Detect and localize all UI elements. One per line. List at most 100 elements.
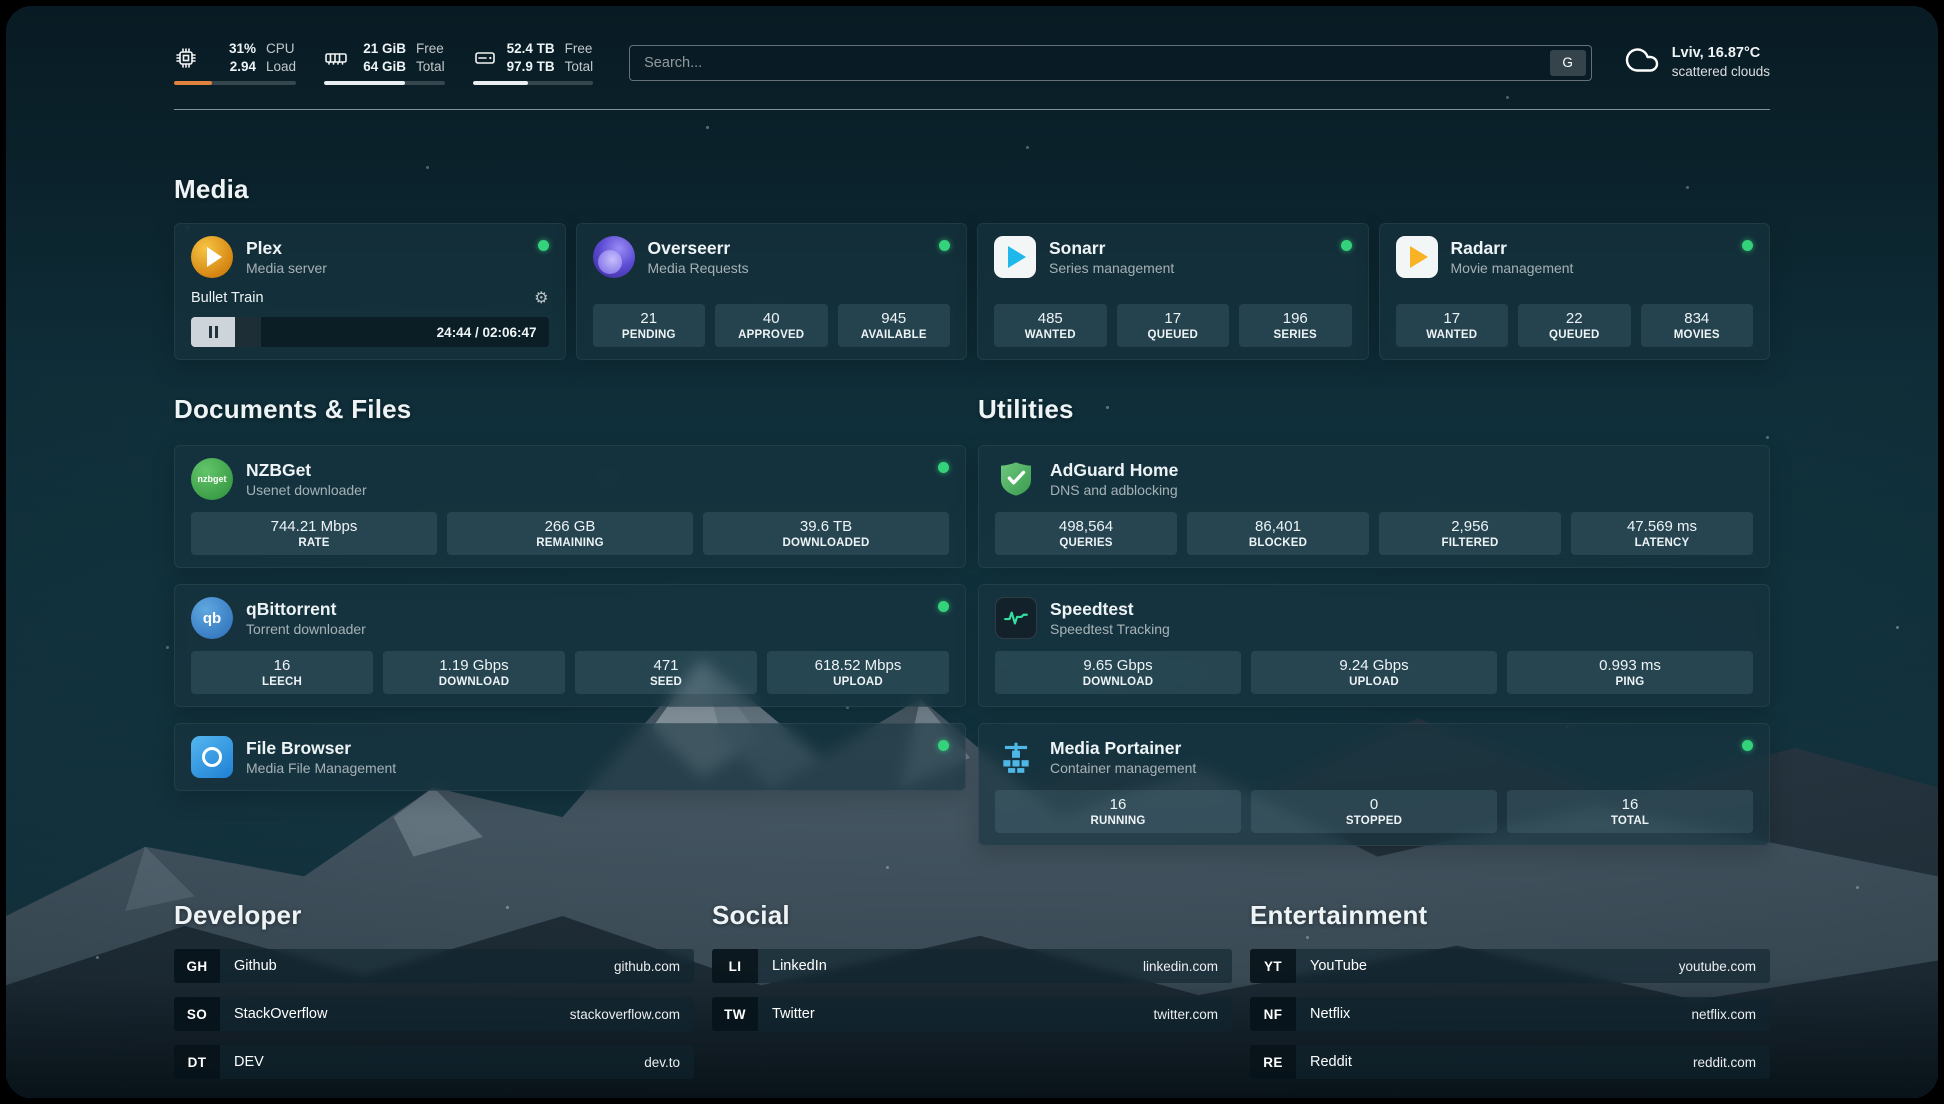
stat-rate: 744.21 Mbps RATE bbox=[191, 512, 437, 555]
search-bar[interactable]: G bbox=[629, 45, 1592, 81]
memory-total-label: Total bbox=[416, 58, 445, 76]
stat-movies: 834 MOVIES bbox=[1641, 304, 1754, 347]
bookmark-stackoverflow[interactable]: SO StackOverflow stackoverflow.com bbox=[174, 997, 694, 1031]
documents-section-title: Documents & Files bbox=[174, 394, 966, 425]
bookmark-reddit[interactable]: RE Reddit reddit.com bbox=[1250, 1045, 1770, 1079]
social-section-title: Social bbox=[712, 900, 1232, 931]
search-engine-button[interactable]: G bbox=[1550, 50, 1586, 76]
app-name: File Browser bbox=[246, 737, 396, 760]
media-section-title: Media bbox=[174, 174, 1770, 205]
cloud-icon bbox=[1624, 42, 1660, 83]
entertainment-section-title: Entertainment bbox=[1250, 900, 1770, 931]
memory-progress-fill bbox=[324, 81, 405, 85]
bookmark-youtube[interactable]: YT YouTube youtube.com bbox=[1250, 949, 1770, 983]
adguard-shield-icon bbox=[995, 458, 1037, 500]
developer-section-title: Developer bbox=[174, 900, 694, 931]
github-badge: GH bbox=[174, 949, 220, 983]
social-column: Social LI LinkedIn linkedin.com TW Twitt… bbox=[712, 900, 1232, 1079]
top-bar: 31% 2.94 CPU Load bbox=[174, 40, 1770, 85]
reddit-badge: RE bbox=[1250, 1045, 1296, 1079]
stat-stopped: 0 STOPPED bbox=[1251, 790, 1497, 833]
sonarr-icon bbox=[994, 236, 1036, 278]
stat-blocked: 86,401 BLOCKED bbox=[1187, 512, 1369, 555]
stat-wanted: 17 WANTED bbox=[1396, 304, 1509, 347]
memory-total-value: 64 GiB bbox=[363, 58, 406, 76]
disk-icon bbox=[473, 46, 497, 70]
bookmark-dev[interactable]: DT DEV dev.to bbox=[174, 1045, 694, 1079]
cpu-progress-bar bbox=[174, 81, 296, 85]
overseerr-icon bbox=[593, 236, 635, 278]
app-name: qBittorrent bbox=[246, 598, 366, 621]
linkedin-badge: LI bbox=[712, 949, 758, 983]
status-dot bbox=[1341, 240, 1352, 251]
app-name: NZBGet bbox=[246, 459, 367, 482]
overseerr-card[interactable]: Overseerr Media Requests 21 PENDING 40 A… bbox=[576, 223, 968, 360]
cpu-percent: 31% bbox=[229, 40, 256, 58]
stat-upload: 9.24 Gbps UPLOAD bbox=[1251, 651, 1497, 694]
developer-column: Developer GH Github github.com SO StackO… bbox=[174, 900, 694, 1079]
now-playing-title: Bullet Train bbox=[191, 290, 264, 306]
weather-widget: Lviv, 16.87°C scattered clouds bbox=[1624, 42, 1770, 83]
radarr-card[interactable]: Radarr Movie management 17 WANTED 22 QUE… bbox=[1379, 223, 1771, 360]
app-name: Plex bbox=[246, 237, 327, 260]
qbittorrent-card[interactable]: qb qBittorrent Torrent downloader 16 LEE… bbox=[174, 584, 966, 707]
radarr-icon bbox=[1396, 236, 1438, 278]
filebrowser-card[interactable]: File Browser Media File Management bbox=[174, 723, 966, 791]
search-input[interactable] bbox=[644, 55, 1550, 71]
stat-running: 16 RUNNING bbox=[995, 790, 1241, 833]
netflix-badge: NF bbox=[1250, 997, 1296, 1031]
sonarr-card[interactable]: Sonarr Series management 485 WANTED 17 Q… bbox=[977, 223, 1369, 360]
app-subtitle: Usenet downloader bbox=[246, 481, 367, 499]
documents-column: Documents & Files nzbget NZBGet Usenet d… bbox=[174, 394, 966, 846]
dashboard-screen: 31% 2.94 CPU Load bbox=[6, 6, 1938, 1098]
status-dot bbox=[538, 240, 549, 251]
cpu-load-label: Load bbox=[266, 58, 296, 76]
plex-card[interactable]: Plex Media server Bullet Train ⚙ 24:44 /… bbox=[174, 223, 566, 360]
cpu-monitor: 31% 2.94 CPU Load bbox=[174, 40, 296, 85]
stat-queued: 17 QUEUED bbox=[1117, 304, 1230, 347]
playback-time: 24:44 / 02:06:47 bbox=[437, 325, 549, 340]
pause-button[interactable] bbox=[191, 317, 235, 347]
plex-icon bbox=[191, 236, 233, 278]
cpu-progress-fill bbox=[174, 81, 212, 85]
dev-badge: DT bbox=[174, 1045, 220, 1079]
stat-pending: 21 PENDING bbox=[593, 304, 706, 347]
stat-download: 9.65 Gbps DOWNLOAD bbox=[995, 651, 1241, 694]
portainer-card[interactable]: Media Portainer Container management 16 … bbox=[978, 723, 1770, 846]
memory-free-value: 21 GiB bbox=[363, 40, 406, 58]
stat-total: 16 TOTAL bbox=[1507, 790, 1753, 833]
stat-leech: 16 LEECH bbox=[191, 651, 373, 694]
bookmark-github[interactable]: GH Github github.com bbox=[174, 949, 694, 983]
stat-queued: 22 QUEUED bbox=[1518, 304, 1631, 347]
settings-gear-icon[interactable]: ⚙ bbox=[534, 288, 548, 308]
plex-player-bar[interactable]: 24:44 / 02:06:47 bbox=[191, 317, 549, 347]
app-name: AdGuard Home bbox=[1050, 459, 1178, 482]
app-subtitle: Container management bbox=[1050, 759, 1196, 777]
stat-available: 945 AVAILABLE bbox=[838, 304, 951, 347]
disk-free-value: 52.4 TB bbox=[507, 40, 555, 58]
stat-remaining: 266 GB REMAINING bbox=[447, 512, 693, 555]
disk-progress-fill bbox=[473, 81, 528, 85]
app-subtitle: Movie management bbox=[1451, 259, 1574, 277]
app-name: Speedtest bbox=[1050, 598, 1170, 621]
adguard-card[interactable]: AdGuard Home DNS and adblocking 498,564 … bbox=[978, 445, 1770, 568]
filebrowser-icon bbox=[191, 736, 233, 778]
bookmark-linkedin[interactable]: LI LinkedIn linkedin.com bbox=[712, 949, 1232, 983]
nzbget-card[interactable]: nzbget NZBGet Usenet downloader 744.21 M… bbox=[174, 445, 966, 568]
app-name: Overseerr bbox=[648, 237, 749, 260]
app-subtitle: Series management bbox=[1049, 259, 1174, 277]
stat-queries: 498,564 QUERIES bbox=[995, 512, 1177, 555]
stackoverflow-badge: SO bbox=[174, 997, 220, 1031]
youtube-badge: YT bbox=[1250, 949, 1296, 983]
speedtest-card[interactable]: Speedtest Speedtest Tracking 9.65 Gbps D… bbox=[978, 584, 1770, 707]
app-subtitle: Media Requests bbox=[648, 259, 749, 277]
stat-latency: 47.569 ms LATENCY bbox=[1571, 512, 1753, 555]
bookmark-netflix[interactable]: NF Netflix netflix.com bbox=[1250, 997, 1770, 1031]
weather-location: Lviv, 16.87°C bbox=[1672, 44, 1770, 64]
cpu-label: CPU bbox=[266, 40, 296, 58]
stat-filtered: 2,956 FILTERED bbox=[1379, 512, 1561, 555]
qbittorrent-icon: qb bbox=[191, 597, 233, 639]
app-subtitle: DNS and adblocking bbox=[1050, 481, 1178, 499]
twitter-badge: TW bbox=[712, 997, 758, 1031]
bookmark-twitter[interactable]: TW Twitter twitter.com bbox=[712, 997, 1232, 1031]
